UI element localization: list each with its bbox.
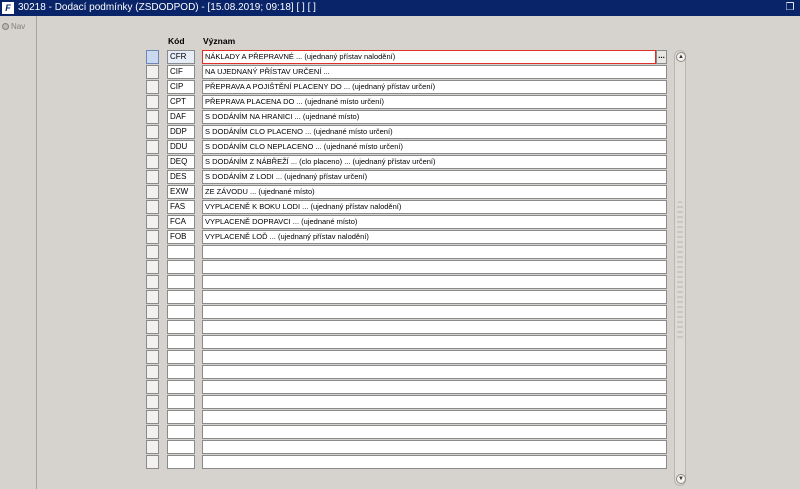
vyznam-cell[interactable]: VYPLACENĚ LOĎ ... (ujednaný přístav nalo… — [202, 230, 667, 244]
vyznam-cell[interactable] — [202, 350, 667, 364]
vyznam-cell[interactable] — [202, 275, 667, 289]
kod-cell[interactable]: DES — [167, 170, 195, 184]
vyznam-cell[interactable] — [202, 455, 667, 469]
vyznam-cell[interactable] — [202, 440, 667, 454]
kod-cell[interactable]: CPT — [167, 95, 195, 109]
kod-cell[interactable] — [167, 245, 195, 259]
vyznam-cell[interactable] — [202, 410, 667, 424]
vyznam-cell[interactable] — [202, 395, 667, 409]
kod-cell[interactable]: FCA — [167, 215, 195, 229]
kod-cell[interactable]: CIF — [167, 65, 195, 79]
row-selector[interactable] — [146, 275, 159, 289]
row-selector[interactable] — [146, 125, 159, 139]
kod-cell[interactable] — [167, 305, 195, 319]
row-selector[interactable] — [146, 410, 159, 424]
vyznam-cell[interactable]: VYPLACENĚ DOPRAVCI ... (ujednané místo) — [202, 215, 667, 229]
vyznam-cell[interactable]: S DODÁNÍM CLO PLACENO ... (ujednané míst… — [202, 125, 667, 139]
row-selector[interactable] — [146, 65, 159, 79]
row-selector[interactable] — [146, 350, 159, 364]
kod-cell[interactable]: DDP — [167, 125, 195, 139]
row-selector[interactable] — [146, 395, 159, 409]
vyznam-cell[interactable]: S DODÁNÍM Z NÁBŘEŽÍ ... (clo placeno) ..… — [202, 155, 667, 169]
kod-cell[interactable]: DDU — [167, 140, 195, 154]
nav-item[interactable]: Nav — [2, 22, 25, 31]
row-selector[interactable] — [146, 140, 159, 154]
vyznam-cell[interactable]: S DODÁNÍM Z LODI ... (ujednaný přístav u… — [202, 170, 667, 184]
row-selector[interactable] — [146, 245, 159, 259]
row-selector[interactable] — [146, 260, 159, 274]
app-icon: F — [2, 2, 14, 14]
row-selector[interactable] — [146, 335, 159, 349]
lookup-ellipsis-button[interactable]: ... — [656, 50, 667, 64]
vyznam-cell[interactable]: NÁKLADY A PŘEPRAVNÉ ... (ujednaný přísta… — [202, 50, 656, 64]
vyznam-cell[interactable] — [202, 290, 667, 304]
row-selector[interactable] — [146, 185, 159, 199]
kod-cell[interactable] — [167, 410, 195, 424]
kod-cell[interactable] — [167, 290, 195, 304]
vyznam-cell[interactable] — [202, 365, 667, 379]
vyznam-cell[interactable] — [202, 425, 667, 439]
vyznam-cell[interactable] — [202, 260, 667, 274]
nav-radio-icon — [2, 23, 9, 31]
vyznam-cell[interactable]: ZE ZÁVODU ... (ujednané místo) — [202, 185, 667, 199]
kod-cell[interactable]: EXW — [167, 185, 195, 199]
kod-cell[interactable] — [167, 320, 195, 334]
row-selector[interactable] — [146, 425, 159, 439]
row-selector[interactable] — [146, 230, 159, 244]
row-selector[interactable] — [146, 50, 159, 64]
nav-label: Nav — [11, 22, 26, 31]
title-bar: F 30218 - Dodací podmínky (ZSDODPOD) - [… — [0, 0, 800, 16]
row-selector[interactable] — [146, 455, 159, 469]
row-selector[interactable] — [146, 80, 159, 94]
row-selector[interactable] — [146, 440, 159, 454]
window-title: 30218 - Dodací podmínky (ZSDODPOD) - [15… — [18, 2, 316, 13]
vyznam-cell[interactable] — [202, 335, 667, 349]
vyznam-cell[interactable] — [202, 305, 667, 319]
vyznam-cell[interactable]: S DODÁNÍM CLO NEPLACENO ... (ujednané mí… — [202, 140, 667, 154]
kod-cell[interactable] — [167, 275, 195, 289]
kod-cell[interactable] — [167, 260, 195, 274]
vyznam-cell[interactable]: S DODÁNÍM NA HRANICI ... (ujednané místo… — [202, 110, 667, 124]
kod-cell[interactable] — [167, 365, 195, 379]
kod-cell[interactable]: FAS — [167, 200, 195, 214]
scroll-thumb[interactable] — [677, 201, 683, 341]
column-header-vyznam: Význam — [203, 36, 236, 46]
kod-cell[interactable]: DAF — [167, 110, 195, 124]
kod-cell[interactable]: CFR — [167, 50, 195, 64]
kod-cell[interactable]: CIP — [167, 80, 195, 94]
vyznam-cell[interactable] — [202, 380, 667, 394]
scroll-down-icon[interactable]: ▼ — [676, 474, 686, 484]
row-selector[interactable] — [146, 215, 159, 229]
kod-cell[interactable] — [167, 425, 195, 439]
vyznam-cell[interactable] — [202, 245, 667, 259]
kod-cell[interactable]: DEQ — [167, 155, 195, 169]
kod-cell[interactable] — [167, 395, 195, 409]
kod-cell[interactable] — [167, 350, 195, 364]
scroll-up-icon[interactable]: ▲ — [676, 52, 686, 62]
row-selector[interactable] — [146, 290, 159, 304]
kod-cell[interactable] — [167, 335, 195, 349]
vyznam-cell[interactable]: NA UJEDNANÝ PŘÍSTAV URČENÍ ... — [202, 65, 667, 79]
kod-cell[interactable] — [167, 440, 195, 454]
row-selector[interactable] — [146, 305, 159, 319]
restore-window-button[interactable]: ❐ — [783, 1, 797, 15]
row-selector[interactable] — [146, 155, 159, 169]
vertical-scrollbar[interactable]: ▲ ▼ — [674, 50, 686, 486]
row-selector[interactable] — [146, 380, 159, 394]
kod-cell[interactable]: FOB — [167, 230, 195, 244]
row-selector[interactable] — [146, 320, 159, 334]
vyznam-cell[interactable]: PŘEPRAVA PLACENA DO ... (ujednané místo … — [202, 95, 667, 109]
row-selector[interactable] — [146, 365, 159, 379]
kod-cell[interactable] — [167, 455, 195, 469]
vyznam-cell[interactable] — [202, 320, 667, 334]
column-header-kod: Kód — [168, 36, 185, 46]
row-selector[interactable] — [146, 170, 159, 184]
row-selector[interactable] — [146, 110, 159, 124]
kod-cell[interactable] — [167, 380, 195, 394]
vyznam-cell[interactable]: VYPLACENĚ K BOKU LODI ... (ujednaný přís… — [202, 200, 667, 214]
row-selector[interactable] — [146, 95, 159, 109]
vyznam-cell[interactable]: PŘEPRAVA A POJIŠTĚNÍ PLACENY DO ... (uje… — [202, 80, 667, 94]
row-selector[interactable] — [146, 200, 159, 214]
